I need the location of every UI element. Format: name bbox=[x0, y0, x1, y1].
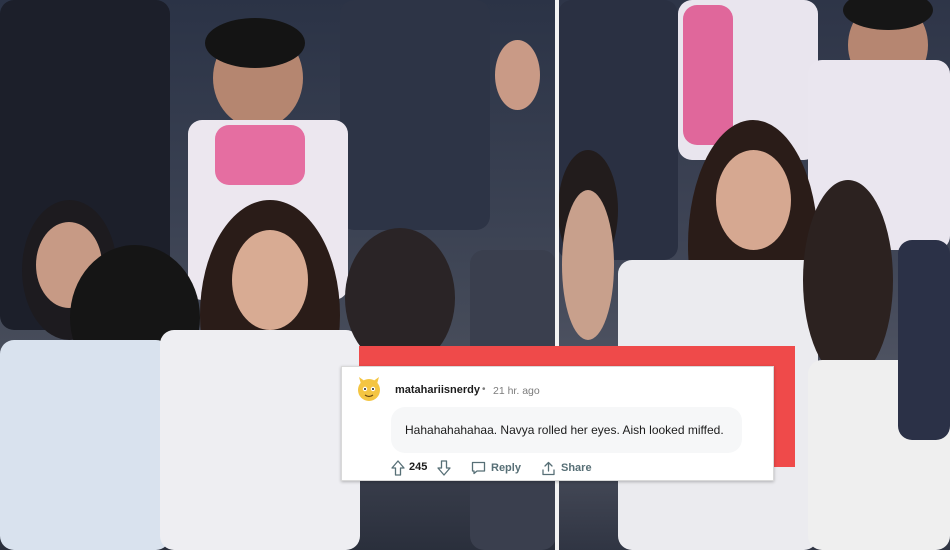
downvote-icon[interactable] bbox=[437, 460, 451, 476]
share-button[interactable]: Share bbox=[541, 459, 592, 477]
upvote-button[interactable] bbox=[391, 459, 405, 477]
comment-actions: 245 Reply Share bbox=[391, 459, 751, 477]
photo-jacket bbox=[160, 330, 360, 550]
photo-jersey-stripe bbox=[215, 125, 305, 185]
reply-icon bbox=[471, 461, 486, 475]
upvote-icon[interactable] bbox=[391, 460, 405, 476]
photo-hair bbox=[803, 180, 893, 380]
photo-figure bbox=[340, 0, 490, 230]
photo-hair bbox=[205, 18, 305, 68]
username[interactable]: matahariisnerdy bbox=[395, 384, 480, 396]
comment-bubble: Hahahahahahaa. Navya rolled her eyes. Ai… bbox=[391, 407, 742, 453]
reply-label: Reply bbox=[491, 462, 521, 474]
photo-face bbox=[716, 150, 791, 250]
photo-figure bbox=[898, 240, 950, 440]
photo-hand bbox=[495, 40, 540, 110]
reddit-comment-card: matahariisnerdy • 21 hr. ago Hahahahahah… bbox=[341, 366, 774, 481]
reply-button[interactable]: Reply bbox=[471, 459, 521, 477]
photo-shirt bbox=[0, 340, 170, 550]
photo-face bbox=[232, 230, 308, 330]
downvote-button[interactable] bbox=[437, 459, 451, 477]
share-label: Share bbox=[561, 462, 592, 474]
separator-dot: • bbox=[482, 384, 486, 395]
timestamp[interactable]: 21 hr. ago bbox=[493, 385, 540, 397]
photo-jersey-stripe bbox=[683, 5, 733, 145]
vote-count: 245 bbox=[409, 461, 428, 473]
photo-face bbox=[562, 190, 614, 340]
share-icon bbox=[542, 461, 555, 475]
comment-body: Hahahahahahaa. Navya rolled her eyes. Ai… bbox=[405, 423, 724, 437]
avatar-icon[interactable] bbox=[356, 376, 382, 402]
